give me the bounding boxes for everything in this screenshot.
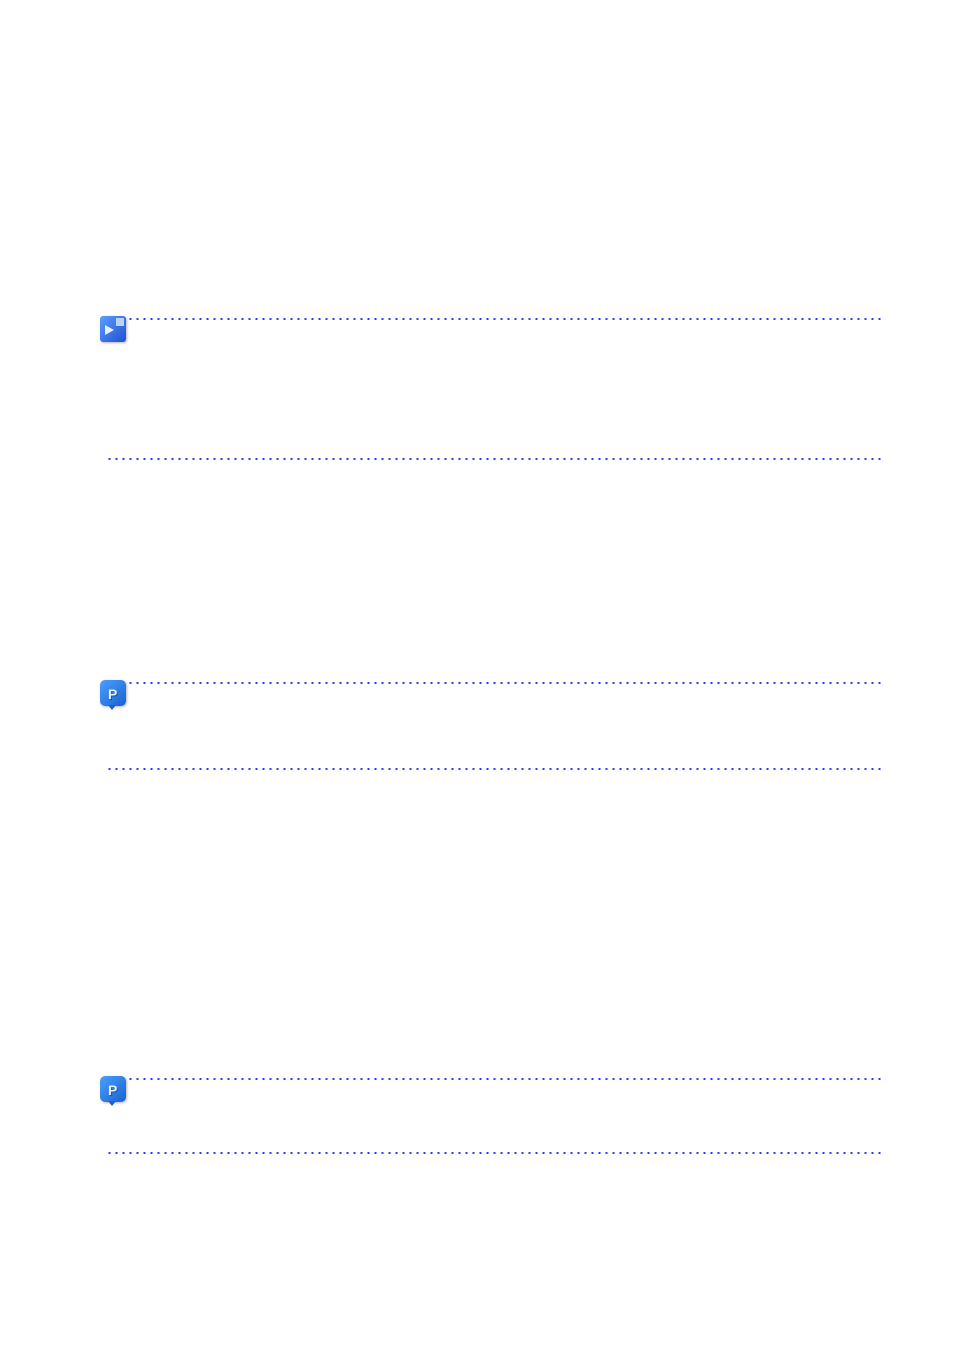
section-row	[100, 1150, 884, 1156]
divider	[106, 766, 884, 772]
divider	[106, 680, 884, 686]
divider	[106, 1076, 884, 1082]
p-bubble-icon: P	[100, 680, 126, 706]
divider	[106, 456, 884, 462]
document-body: P P	[100, 290, 884, 1156]
section-row	[100, 766, 884, 772]
p-bubble-icon: P	[100, 1076, 126, 1102]
divider	[106, 316, 884, 322]
section-row	[100, 316, 884, 322]
divider	[106, 1150, 884, 1156]
note-arrow-icon	[100, 316, 126, 342]
p-letter: P	[108, 1079, 117, 1101]
section-row	[100, 456, 884, 462]
section-row: P	[100, 1076, 884, 1106]
p-letter: P	[108, 683, 117, 705]
section-row: P	[100, 680, 884, 714]
